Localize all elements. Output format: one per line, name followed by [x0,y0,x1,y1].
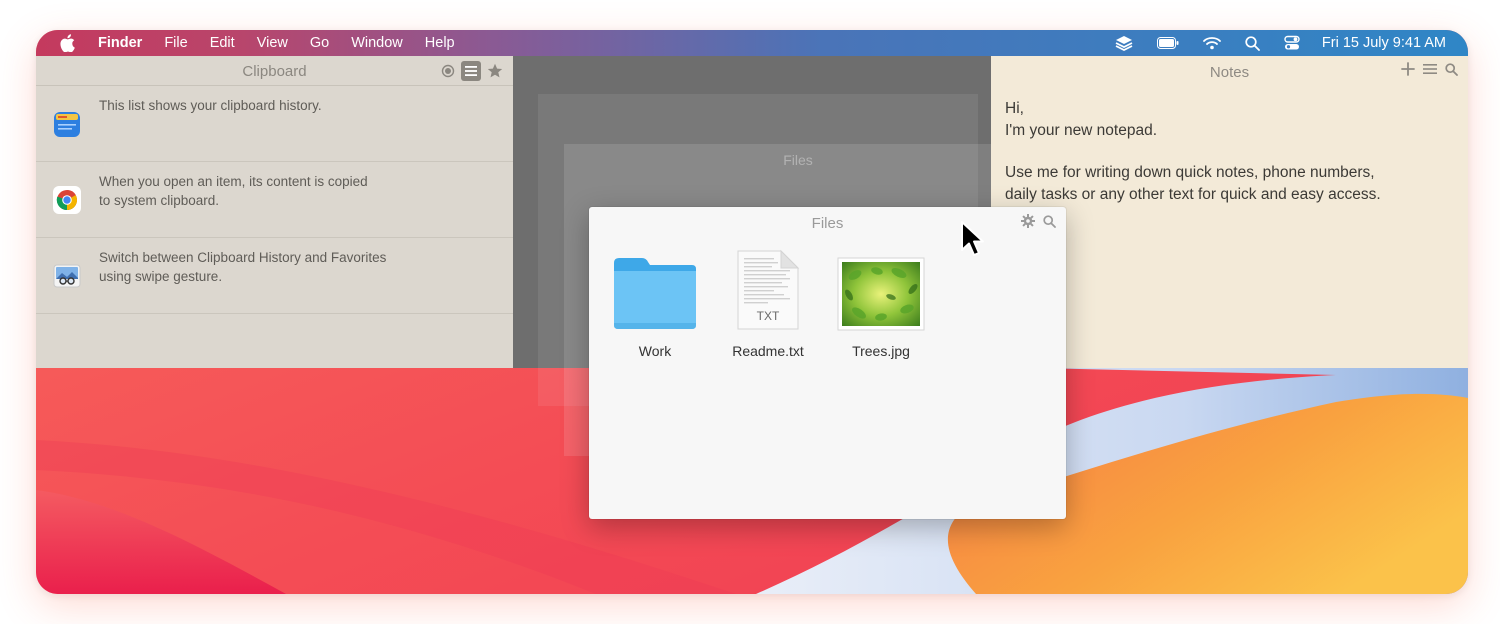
battery-icon[interactable] [1156,37,1179,49]
notes-line: Hi, [1005,100,1024,117]
menu-help[interactable]: Help [425,35,455,51]
preview-app-icon [53,264,81,288]
notes-controls [1393,62,1458,76]
menu-finder[interactable]: Finder [98,35,142,51]
files-title: Files [811,215,844,232]
clipboard-item-line: to system clipboard. [99,193,220,208]
record-icon[interactable] [441,64,455,78]
file-name: Readme.txt [732,343,804,359]
menu-file[interactable]: File [164,35,187,51]
notes-line: daily tasks or any other text for quick … [1005,186,1381,203]
file-item-readme[interactable]: TXT Readme.txt [713,247,823,359]
clipboard-controls [435,61,503,81]
notes-app-icon [54,112,80,137]
control-center-icon[interactable] [1284,35,1300,51]
files-window: Files Work TXT Readme.txt Trees.jpg [589,207,1066,519]
clipboard-item[interactable]: This list shows your clipboard history. [36,86,513,162]
star-icon[interactable] [487,63,503,79]
plus-icon[interactable] [1401,62,1415,76]
list-icon[interactable] [461,61,481,81]
file-name: Work [638,343,672,359]
status-area: Fri 15 July 9:41 AM [1091,30,1446,56]
file-item-work[interactable]: Work [600,247,710,359]
clipboard-item-line: Switch between Clipboard History and Fav… [99,250,387,265]
clipboard-item-text: Switch between Clipboard History and Fav… [99,248,439,286]
clipboard-panel: Clipboard This list shows your clipboard… [36,56,513,368]
wifi-icon[interactable] [1202,36,1221,50]
menubar-clock[interactable]: Fri 15 July 9:41 AM [1322,35,1446,51]
notes-text-area[interactable]: Hi, I'm your new notepad. Use me for wri… [1005,98,1445,206]
desktop-screen: Finder File Edit View Go Window Help Fri… [36,30,1468,594]
gear-icon[interactable] [1021,214,1035,228]
clipboard-item[interactable]: Switch between Clipboard History and Fav… [36,238,513,314]
menu-bar: Finder File Edit View Go Window Help Fri… [36,30,1468,56]
clipboard-item[interactable]: When you open an item, its content is co… [36,162,513,238]
clipboard-item-line: This list shows your clipboard history. [99,98,322,113]
notes-line: Use me for writing down quick notes, pho… [1005,164,1375,181]
menu-window[interactable]: Window [351,35,403,51]
file-name: Trees.jpg [852,343,910,359]
stack-icon[interactable] [1115,35,1133,51]
mouse-cursor-icon [961,221,984,256]
apple-logo-icon[interactable] [60,34,78,52]
txt-file-badge: TXT [757,309,780,323]
search-icon[interactable] [1245,35,1260,51]
menu-view[interactable]: View [257,35,288,51]
clipboard-item-line: using swipe gesture. [99,269,223,284]
notes-line: I'm your new notepad. [1005,122,1158,139]
txt-file-icon: TXT [737,249,800,330]
files-controls [1013,214,1056,228]
search-icon[interactable] [1043,214,1056,228]
clipboard-item-text: When you open an item, its content is co… [99,172,439,210]
file-item-trees[interactable]: Trees.jpg [826,247,936,359]
image-thumbnail-icon [837,257,925,331]
search-icon[interactable] [1445,62,1458,76]
folder-icon [614,258,696,329]
menu-go[interactable]: Go [310,35,329,51]
chrome-icon [53,186,81,214]
clipboard-header: Clipboard [36,56,513,86]
notes-blank-line [1005,142,1445,162]
clipboard-item-line: When you open an item, its content is co… [99,174,368,189]
list-icon[interactable] [1423,63,1437,75]
clipboard-item-text: This list shows your clipboard history. [99,96,439,115]
menu-edit[interactable]: Edit [210,35,235,51]
ghost-files-title: Files [783,152,813,168]
